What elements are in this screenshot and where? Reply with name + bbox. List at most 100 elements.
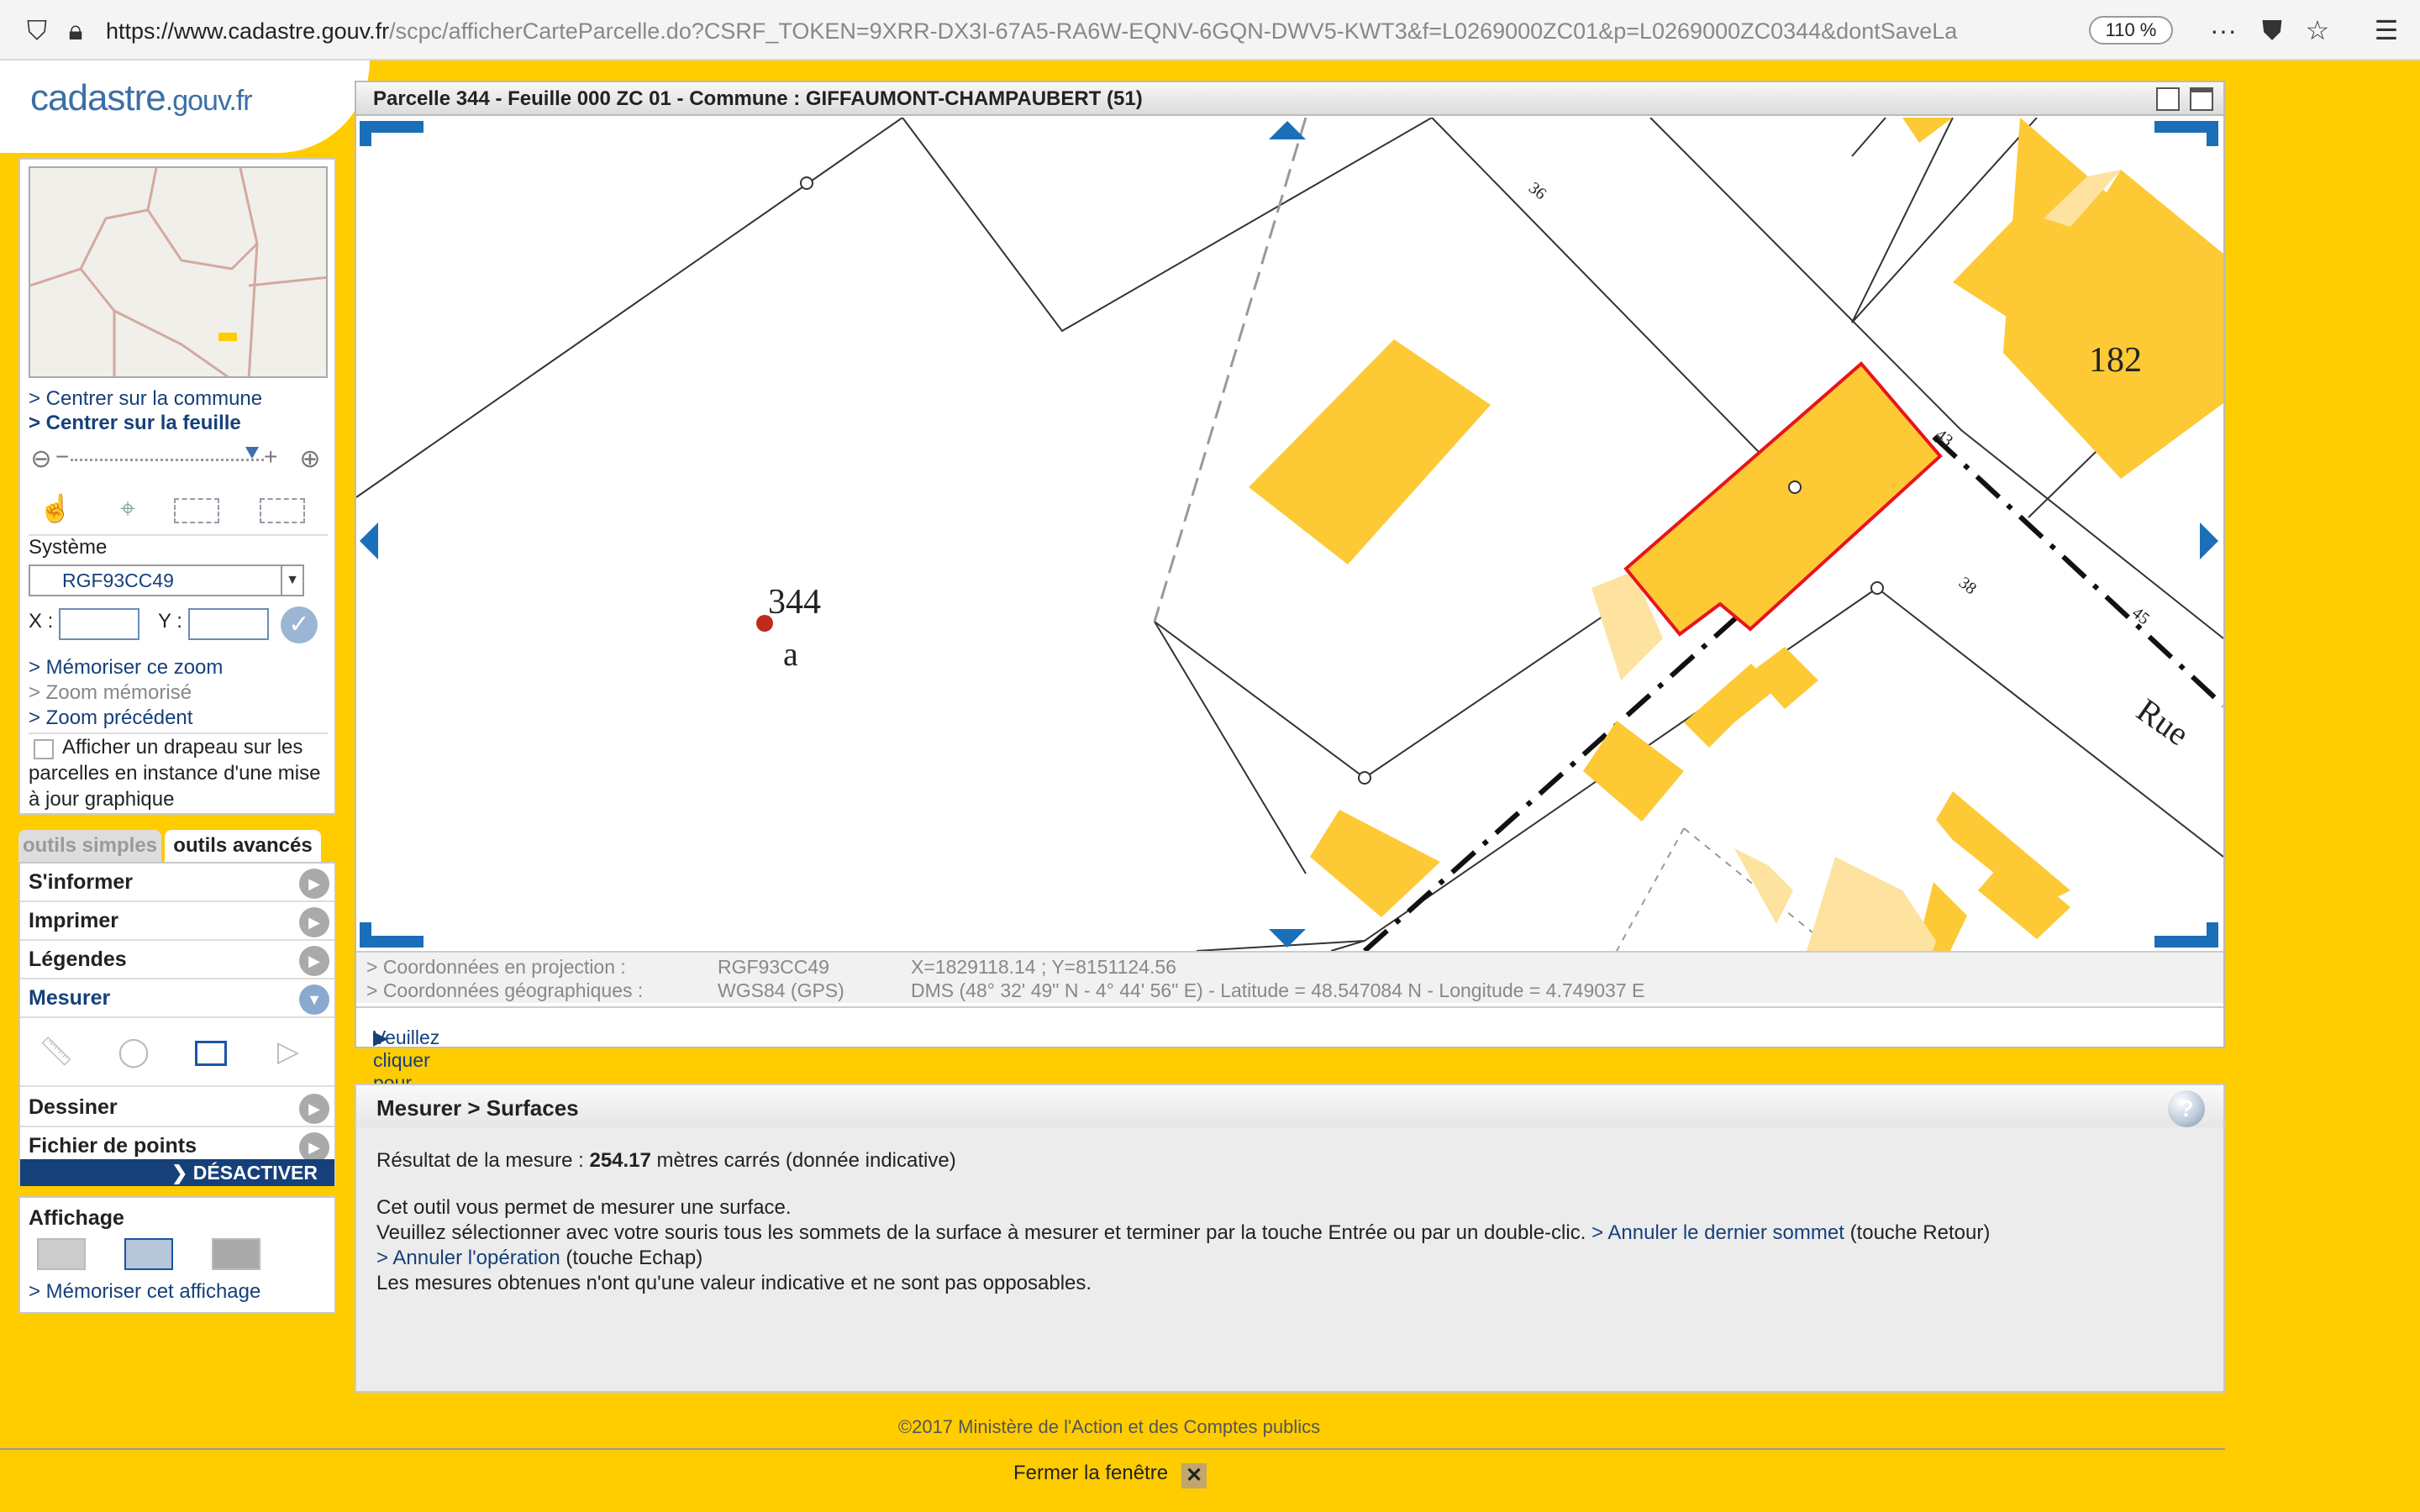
circle-measure-icon[interactable]: ◯	[109, 1030, 158, 1074]
save-display-link[interactable]: > Mémoriser cet affichage	[29, 1280, 260, 1304]
system-select-value: RGF93CC49	[62, 570, 174, 591]
cancel-operation-link[interactable]: > Annuler l'opération	[376, 1247, 560, 1269]
menu-legendes[interactable]: Légendes ▶	[20, 941, 334, 979]
angle-measure-icon[interactable]: ▷	[264, 1030, 313, 1074]
browser-toolbar: ⛉ 🔒︎ https://www.cadastre.gouv.fr/scpc/a…	[0, 0, 2420, 60]
more-icon[interactable]: ···	[2207, 13, 2240, 47]
deactivate-button[interactable]: ❯ DÉSACTIVER	[20, 1159, 334, 1186]
zoom-extent-icon[interactable]	[255, 487, 309, 529]
neighbour-parcel-label: 182	[2089, 341, 2142, 380]
geographic-system: WGS84 (GPS)	[718, 979, 844, 1001]
shield-icon[interactable]: ⛉	[20, 13, 54, 47]
panel-line-4: Les mesures obtenues n'ont qu'une valeur…	[376, 1272, 1092, 1294]
menu-mesurer[interactable]: Mesurer ▼	[20, 979, 334, 1018]
maximize-window-icon[interactable]	[2190, 87, 2213, 111]
menu-legendes-label: Légendes	[29, 948, 127, 971]
system-label: Système	[29, 536, 108, 559]
save-zoom-link[interactable]: > Mémoriser ce zoom	[29, 655, 223, 680]
tab-advanced-tools[interactable]: outils avancés	[165, 830, 321, 862]
flag-parcels-checkbox[interactable]	[34, 739, 54, 759]
measure-result: Résultat de la mesure : 254.17 mètres ca…	[376, 1149, 956, 1173]
cadastral-map[interactable]: 344 a 182 Rue 36 43 38 45	[356, 118, 2223, 951]
site-logo[interactable]: cadastre.gouv.fr	[0, 60, 370, 153]
logo-main: cadastre	[30, 77, 166, 118]
panel-line-2-text: Veuillez sélectionner avec votre souris …	[376, 1221, 1586, 1244]
zoom-in-icon[interactable]: ⊕	[296, 445, 324, 474]
menu-imprimer[interactable]: Imprimer ▶	[20, 902, 334, 941]
zoom-out-icon[interactable]: ⊖	[27, 445, 55, 474]
arrow-right-icon: ▶	[299, 907, 329, 937]
validate-coordinates-button[interactable]: ✓	[281, 606, 318, 643]
url-field[interactable]: https://www.cadastre.gouv.fr/scpc/affich…	[106, 14, 2089, 48]
close-icon[interactable]: ✕	[1181, 1463, 1207, 1488]
measure-tools: 📏︎ ◯ ▷	[20, 1018, 334, 1087]
restore-window-icon[interactable]	[2156, 87, 2180, 111]
sidebar-panel: > Centrer sur la commune > Centrer sur l…	[18, 158, 336, 815]
menu-imprimer-label: Imprimer	[29, 909, 118, 932]
zoom-rectangle-icon[interactable]	[170, 487, 224, 529]
previous-zoom-link[interactable]: > Zoom précédent	[29, 706, 192, 731]
pan-hand-icon[interactable]: ☝	[29, 487, 82, 529]
help-icon[interactable]: ?	[2168, 1090, 2205, 1127]
star-icon[interactable]: ☆	[2301, 13, 2334, 47]
projection-coordinates-label: > Coordonnées en projection :	[366, 956, 626, 978]
display-title: Affichage	[29, 1206, 124, 1230]
display-layout-2-button[interactable]	[124, 1238, 173, 1270]
coordinates-bar: > Coordonnées en projection : RGF93CC49 …	[356, 951, 2223, 1003]
center-sheet-link[interactable]: > Centrer sur la feuille	[29, 411, 241, 436]
deactivate-label: DÉSACTIVER	[192, 1162, 318, 1184]
parcel-sub-label: a	[783, 635, 798, 673]
logo-text: cadastre.gouv.fr	[30, 77, 253, 119]
parcel-number-label: 344	[768, 583, 821, 622]
menu-dessiner[interactable]: Dessiner ▶	[20, 1089, 334, 1127]
zoom-level-button[interactable]: 110 %	[2089, 16, 2173, 45]
measure-result-panel: Mesurer > Surfaces ? Résultat de la mesu…	[355, 1084, 2225, 1393]
arrow-right-icon: ▶	[299, 946, 329, 976]
flag-parcels-label: Afficher un drapeau sur les parcelles en…	[29, 736, 321, 811]
map-window: Parcelle 344 - Feuille 000 ZC 01 - Commu…	[355, 81, 2225, 1230]
chevron-down-icon: ▼	[281, 566, 302, 595]
geographic-coordinates-value: DMS (48° 32' 49" N - 4° 44' 56" E) - Lat…	[911, 979, 1645, 1001]
close-window-link[interactable]: Fermer la fenêtre	[1013, 1462, 1168, 1485]
tab-simple-tools[interactable]: outils simples	[18, 830, 161, 862]
center-crosshair-icon[interactable]: ⌖	[101, 487, 155, 529]
arrow-down-icon: ▼	[299, 984, 329, 1015]
footer-divider	[0, 1448, 2225, 1450]
zoom-slider-minus-icon: −	[55, 444, 70, 470]
display-layout-1-button[interactable]	[37, 1238, 86, 1270]
x-label: X :	[29, 610, 54, 633]
panel-title: Mesurer > Surfaces	[376, 1095, 579, 1121]
result-suffix: mètres carrés (donnée indicative)	[656, 1149, 956, 1172]
surface-measure-icon[interactable]	[187, 1030, 235, 1074]
display-panel: Affichage > Mémoriser cet affichage	[18, 1196, 336, 1314]
pocket-icon[interactable]: ⛊	[2255, 13, 2289, 47]
projection-system: RGF93CC49	[718, 956, 829, 978]
zoom-slider[interactable]	[71, 459, 264, 461]
x-coordinate-input[interactable]	[59, 608, 139, 640]
arrow-right-icon: ▶	[299, 869, 329, 899]
map-title-bar: Parcelle 344 - Feuille 000 ZC 01 - Commu…	[356, 82, 2223, 116]
saved-zoom-link: > Zoom mémorisé	[29, 681, 192, 704]
minimap-position-marker	[218, 333, 237, 341]
zoom-slider-handle[interactable]	[245, 447, 259, 459]
lock-icon[interactable]: 🔒︎	[59, 13, 92, 47]
undo-last-vertex-link[interactable]: > Annuler le dernier sommet	[1591, 1221, 1844, 1244]
system-select[interactable]: RGF93CC49 ▼	[29, 564, 304, 596]
menu-informer[interactable]: S'informer ▶	[20, 864, 334, 902]
arrow-right-icon: ▶	[299, 1094, 329, 1124]
panel-line-2: Veuillez sélectionner avec votre souris …	[376, 1221, 1990, 1245]
logo-sub: .gouv.fr	[165, 85, 253, 117]
tools-menu: S'informer ▶ Imprimer ▶ Légendes ▶ Mesurer ▼…	[18, 862, 336, 1186]
zoom-slider-plus-icon: +	[264, 444, 278, 470]
ruler-icon[interactable]: 📏︎	[32, 1030, 81, 1074]
y-coordinate-input[interactable]	[188, 608, 269, 640]
display-layout-3-button[interactable]	[212, 1238, 260, 1270]
undo-key-hint: (touche Retour)	[1849, 1221, 1991, 1244]
menu-icon[interactable]: ☰	[2370, 13, 2403, 47]
url-path: /scpc/afficherCarteParcelle.do?CSRF_TOKE…	[389, 18, 1958, 44]
overview-minimap[interactable]	[29, 166, 328, 378]
url-host: https://www.cadastre.gouv.fr	[106, 18, 390, 44]
tool-tabs: outils simples outils avancés	[18, 830, 321, 862]
panel-line-3: > Annuler l'opération (touche Echap)	[376, 1247, 702, 1270]
center-commune-link[interactable]: > Centrer sur la commune	[29, 386, 262, 412]
